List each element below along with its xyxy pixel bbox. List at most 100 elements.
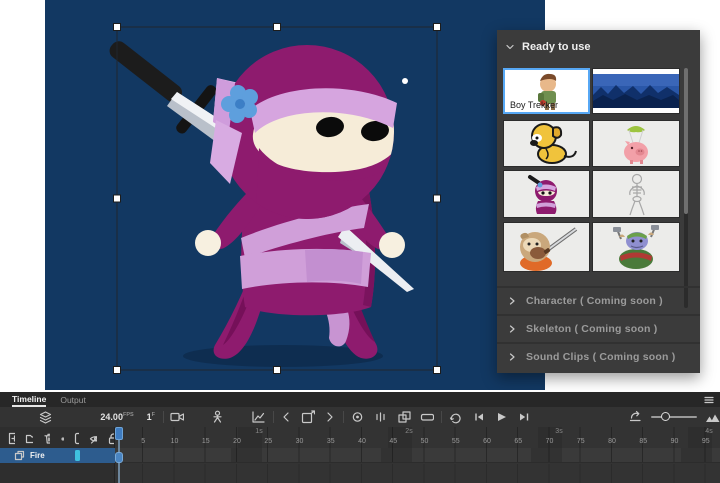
ruler-frame-label: 50: [421, 438, 429, 445]
chevron-right-icon: [508, 296, 516, 306]
trash-icon[interactable]: [43, 432, 50, 445]
empty-track-area[interactable]: [115, 464, 720, 483]
ruler-frame-label: 25: [264, 438, 272, 445]
hide-icon[interactable]: [89, 432, 97, 445]
ruler-frame-label: 75: [577, 438, 585, 445]
section-label: Character ( Coming soon ): [526, 295, 663, 307]
frame-display[interactable]: 1F: [147, 412, 155, 422]
phone-icon[interactable]: [74, 432, 79, 445]
playhead-knob[interactable]: [115, 452, 123, 463]
ruler-second-label: 1s: [255, 428, 262, 435]
section-label: Skeleton ( Coming soon ): [526, 323, 657, 335]
thumbnail-purple-ninja[interactable]: [503, 170, 590, 218]
layer-row-fire[interactable]: Fire: [0, 448, 115, 463]
ruler-frame-label: 10: [171, 438, 179, 445]
ruler-second-label: 2s: [405, 428, 412, 435]
app-window: Ready to use Boy Trekker: [0, 0, 720, 483]
rig-icon[interactable]: [210, 410, 224, 424]
fps-display[interactable]: 24.00FPS: [100, 412, 133, 422]
thumbnail-mountain-scene[interactable]: [592, 68, 680, 114]
skeleton-sketch-art: [593, 171, 679, 217]
ninja-character[interactable]: [45, 0, 545, 390]
layer-name: Fire: [30, 451, 45, 460]
timeline-panel: Timeline Output 24.00FPS 1F: [0, 392, 720, 483]
return-to-start-icon[interactable]: [628, 410, 642, 424]
step-forward-icon[interactable]: [517, 410, 530, 424]
section-skeleton[interactable]: Skeleton ( Coming soon ): [497, 314, 700, 342]
timeline-zoom-slider[interactable]: [651, 416, 697, 418]
hamburger-icon[interactable]: [704, 396, 714, 404]
yellow-dog-art: [504, 121, 589, 166]
stage-canvas[interactable]: [45, 0, 545, 390]
ruler-frame-label: 70: [546, 438, 554, 445]
add-frame-icon[interactable]: [8, 432, 15, 445]
assets-panel: Ready to use Boy Trekker: [497, 30, 700, 373]
next-keyframe-icon[interactable]: [324, 410, 336, 424]
turtle-gunner-art: [593, 223, 679, 271]
ruler-frame-label: 85: [639, 438, 647, 445]
timeline-toolbar: 24.00FPS 1F: [0, 407, 720, 427]
flatten-icon[interactable]: [420, 410, 434, 424]
ruler-frame-label: 45: [389, 438, 397, 445]
thumbnail-turtle-gunner[interactable]: [592, 222, 680, 272]
ruler-frame-label: 80: [608, 438, 616, 445]
ruler-frame-label: 15: [202, 438, 210, 445]
lock-icon[interactable]: [107, 432, 114, 445]
thumbnail-label: Boy Trekker: [510, 100, 558, 110]
owl-warrior-art: [504, 223, 589, 271]
section-label: Sound Clips ( Coming soon ): [526, 351, 675, 363]
ruler-frame-label: 55: [452, 438, 460, 445]
ruler-second-label: 3s: [555, 428, 562, 435]
thumbnail-pig-parachute[interactable]: [592, 120, 680, 167]
section-character[interactable]: Character ( Coming soon ): [497, 286, 700, 314]
insert-keyframe-icon[interactable]: [301, 410, 315, 424]
onion-frames-icon[interactable]: [373, 410, 387, 424]
left-hand: [195, 230, 221, 256]
ruler-frame-label: 60: [483, 438, 491, 445]
mountain-scene-art: [593, 69, 679, 113]
folder-icon[interactable]: [25, 432, 32, 445]
rotation-point[interactable]: [402, 78, 408, 84]
layer-stack-icon[interactable]: [38, 410, 52, 425]
chevron-right-icon: [508, 352, 516, 362]
loop-icon[interactable]: [448, 410, 462, 424]
ready-to-use-header[interactable]: Ready to use: [505, 38, 695, 56]
panel-header-label: Ready to use: [522, 41, 590, 53]
ruler-frame-label: 5: [141, 438, 145, 445]
zoom-slider-knob[interactable]: [661, 412, 670, 421]
playhead-handle[interactable]: [115, 427, 123, 440]
fire-layer-track[interactable]: [115, 448, 720, 463]
ruler-frame-label: 20: [233, 438, 241, 445]
layer-color-chip: [75, 450, 80, 461]
timeline-tabbar: Timeline Output: [0, 392, 720, 407]
play-icon[interactable]: [494, 410, 507, 424]
step-back-icon[interactable]: [472, 410, 485, 424]
thumbnail-yellow-dog[interactable]: [503, 120, 590, 167]
dot-icon[interactable]: [60, 432, 63, 445]
ruler-frame-label: 95: [702, 438, 710, 445]
prev-keyframe-icon[interactable]: [280, 410, 292, 424]
panel-scrollbar-thumb[interactable]: [684, 68, 688, 214]
thumbnail-boy-trekker[interactable]: Boy Trekker: [503, 68, 590, 114]
ruler-frame-label: 40: [358, 438, 366, 445]
ruler-frame-label: 35: [327, 438, 335, 445]
section-sound-clips[interactable]: Sound Clips ( Coming soon ): [497, 342, 700, 370]
purple-ninja-art: [504, 171, 589, 217]
panel-scrollbar[interactable]: [684, 68, 688, 308]
layer-icon: [14, 450, 25, 461]
thumbnail-skeleton-sketch[interactable]: [592, 170, 680, 218]
onion-skin-icon[interactable]: [350, 410, 364, 424]
duplicate-frames-icon[interactable]: [397, 410, 411, 424]
tab-timeline[interactable]: Timeline: [12, 392, 46, 407]
thumbnail-owl-warrior[interactable]: [503, 222, 590, 272]
camera-icon[interactable]: [170, 410, 184, 424]
timeline-ruler[interactable]: 1s 2s 3s 4s 5 10 15 20 25 30 35 40 45 50 55 60 65 70 75 80 8…: [115, 427, 720, 448]
ruler-frame-label: 65: [514, 438, 522, 445]
ruler-frame-label: 30: [296, 438, 304, 445]
ruler-second-label: 4s: [705, 428, 712, 435]
tab-output[interactable]: Output: [60, 393, 86, 406]
chevron-right-icon: [508, 324, 516, 334]
graph-icon[interactable]: [251, 410, 265, 424]
zoom-mountains-icon[interactable]: [705, 411, 720, 424]
right-hand: [379, 232, 405, 258]
